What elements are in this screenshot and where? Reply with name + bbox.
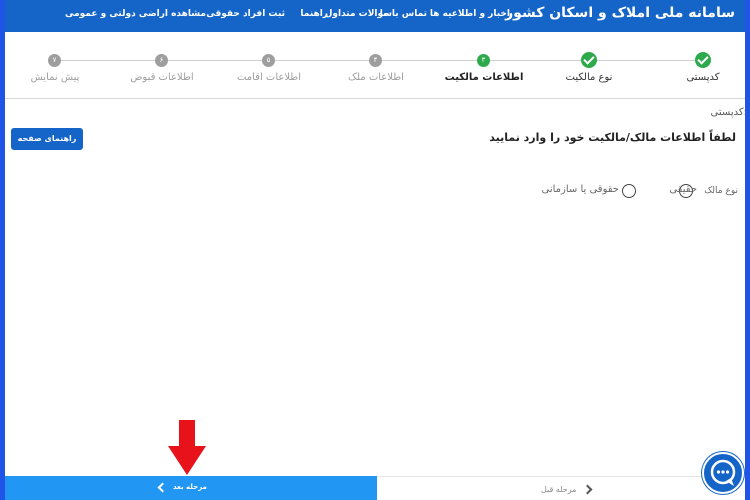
step-residence-info: ۵ اطلاعات اقامت [219, 32, 319, 98]
radio-legal-entity[interactable] [622, 184, 636, 198]
step-number: ۶ [155, 54, 168, 67]
top-header: سامانه ملی املاک و اسکان کشور اخبار و اط… [5, 0, 745, 32]
nav-news[interactable]: اخبار و اطلاعیه ها [430, 9, 510, 19]
nav-public-lands[interactable]: مشاهده اراضی دولتی و عمومی [65, 9, 206, 19]
step-property-info: ۴ اطلاعات ملک [326, 32, 426, 98]
step-label: پیش نمایش [30, 72, 80, 83]
step-label: اطلاعات قبوض [130, 72, 194, 83]
site-title[interactable]: سامانه ملی املاک و اسکان کشور [505, 5, 735, 21]
progress-stepper: کدپستی نوع مالکیت ۳ اطلاعات مالکیت ۴ اطل… [5, 32, 745, 99]
check-icon [581, 52, 597, 68]
next-step-label: مرحله بعد [173, 483, 207, 491]
step-number: ۵ [262, 54, 275, 67]
step-postal-code: کدپستی [653, 32, 745, 98]
page-help-button[interactable]: راهنمای صفحه [11, 128, 83, 150]
step-label: اطلاعات مالکیت [444, 72, 524, 83]
step-label: کدپستی [686, 72, 720, 83]
step-label: اطلاعات ملک [348, 72, 404, 83]
nav-legal-entities[interactable]: ثبت افراد حقوقی [206, 9, 285, 19]
step-preview: ۷ پیش نمایش [5, 32, 105, 98]
radio-legal-entity-label[interactable]: حقوقی یا سازمانی [542, 184, 620, 195]
form-prompt: لطفاً اطلاعات مالک/مالکیت خود را وارد نم… [489, 131, 736, 144]
step-number: ۴ [369, 54, 382, 67]
owner-type-label: نوع مالک [704, 186, 738, 196]
nav-faq[interactable]: سوالات متداول [325, 9, 392, 19]
page: سامانه ملی املاک و اسکان کشور اخبار و اط… [5, 0, 745, 500]
step-number: ۳ [477, 54, 490, 67]
radio-natural-person-label[interactable]: حقیقی [669, 184, 697, 195]
down-arrow-icon [168, 420, 206, 475]
step-label: نوع مالکیت [565, 72, 613, 83]
step-number: ۷ [48, 54, 61, 67]
previous-step-label: مرحله قبل [541, 485, 577, 494]
next-step-button[interactable]: مرحله بعد [5, 476, 377, 500]
step-ownership-type: نوع مالکیت [539, 32, 639, 98]
step-label: اطلاعات اقامت [236, 72, 302, 83]
chat-icon [710, 459, 736, 486]
step-ownership-info: ۳ اطلاعات مالکیت [434, 32, 534, 98]
chevron-left-icon [157, 482, 168, 493]
postal-code-label: کدپستی: [710, 107, 745, 118]
check-icon [695, 52, 711, 68]
chat-support-button[interactable] [702, 452, 744, 494]
nav-guide[interactable]: راهنما [300, 9, 328, 19]
chevron-right-icon [582, 484, 593, 495]
previous-step-button[interactable]: مرحله قبل [377, 476, 745, 500]
step-bills-info: ۶ اطلاعات قبوض [112, 32, 212, 98]
